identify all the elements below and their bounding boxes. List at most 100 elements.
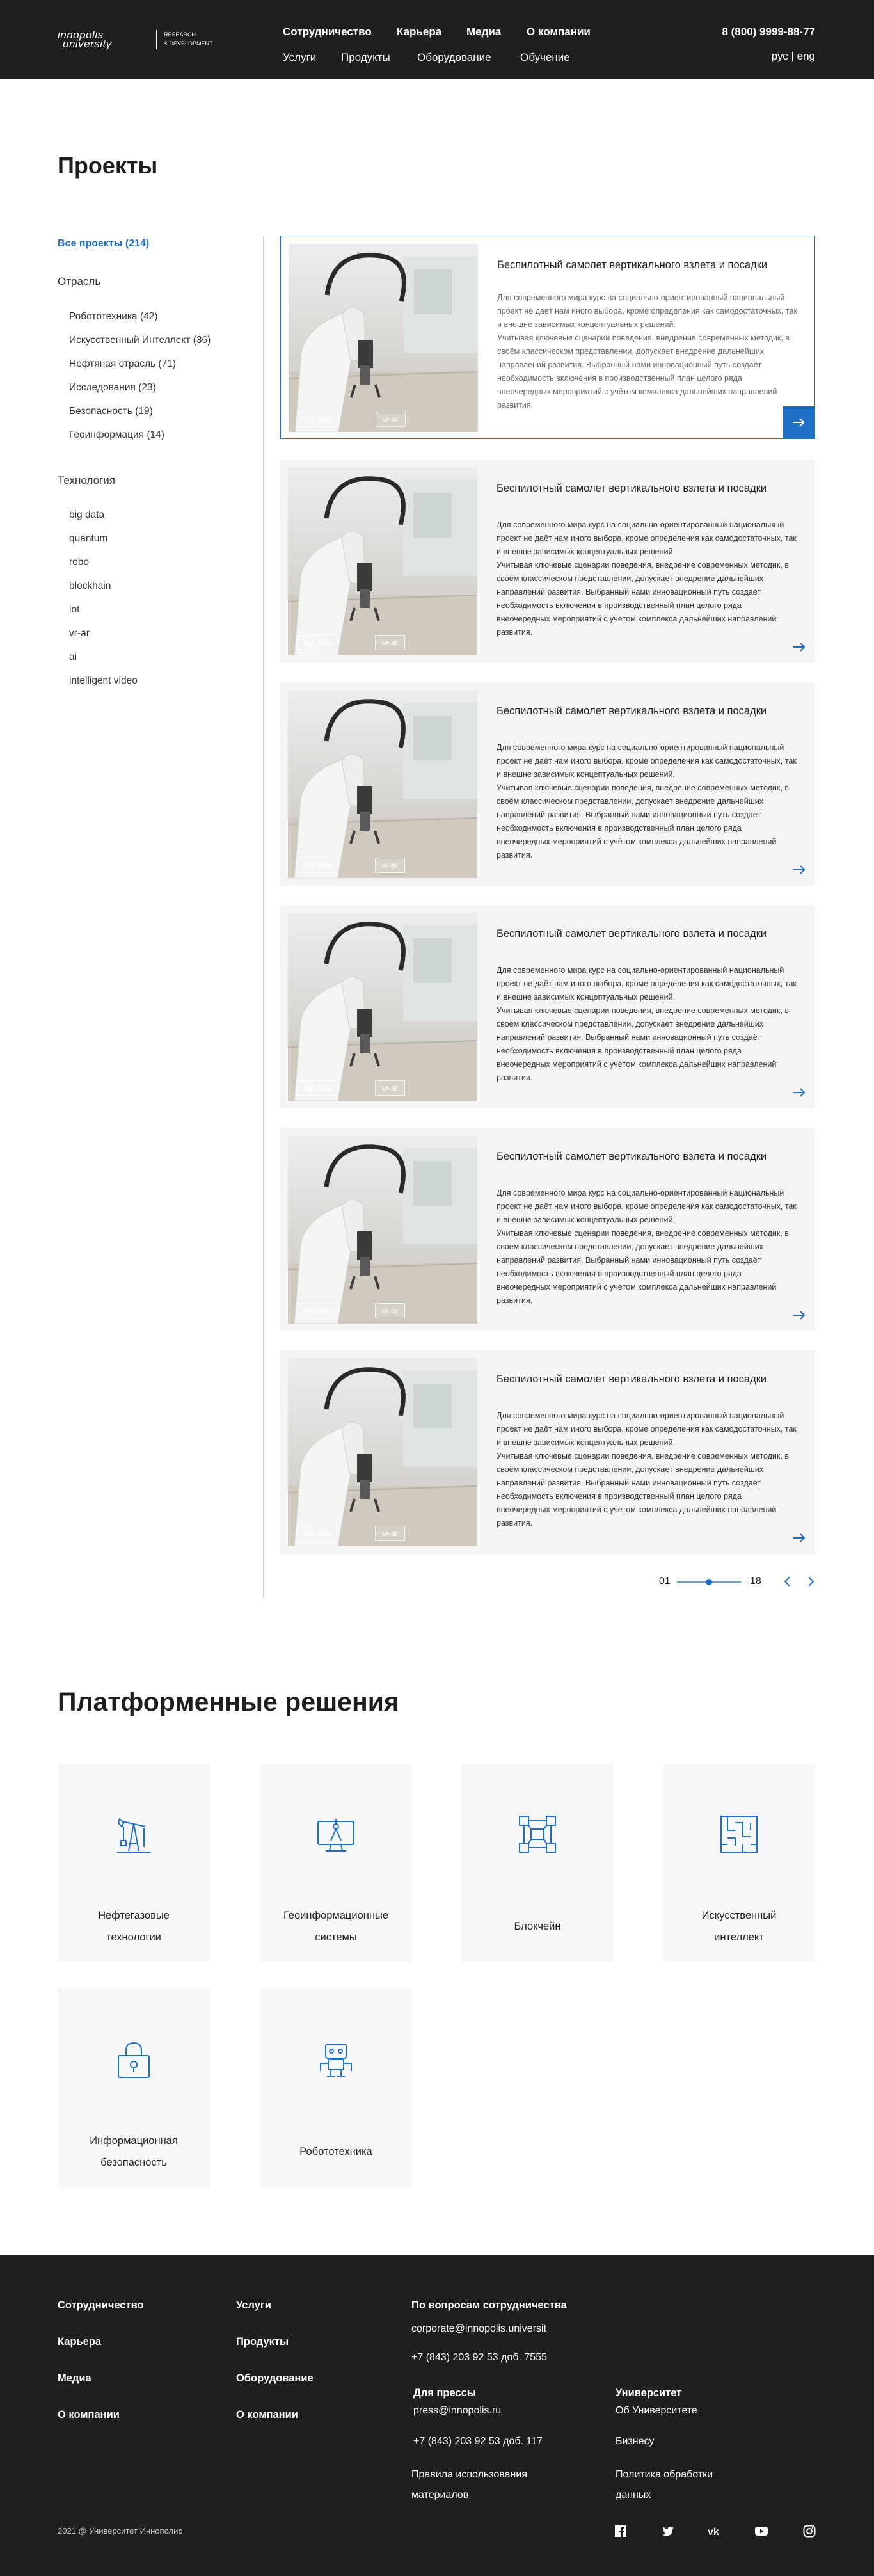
project-card[interactable]: big data vr-ar Беспилотный самолет вертика… — [280, 682, 815, 886]
filter-industry-item[interactable]: Робототехника (42) — [69, 311, 157, 323]
open-project-button[interactable] — [783, 1522, 815, 1554]
project-title[interactable]: Беспилотный самолет вертикального взлета… — [497, 1151, 797, 1163]
open-project-button[interactable] — [783, 406, 814, 438]
platform-tile-security[interactable]: Информационная безопасность — [58, 1989, 210, 2188]
instagram-icon[interactable] — [803, 2525, 816, 2538]
project-title[interactable]: Беспилотный самолет вертикального взлета… — [497, 1373, 797, 1386]
footer-press-phone[interactable]: +7 (843) 203 92 53 доб. 117 — [413, 2436, 543, 2447]
nav-media[interactable]: Медиа — [466, 26, 501, 38]
filter-tech-item[interactable]: blockhain — [69, 580, 111, 592]
tag-badge[interactable]: vr-ar — [376, 412, 406, 427]
footer-link-equipment[interactable]: Оборудование — [236, 2372, 314, 2385]
footer-contact-phone[interactable]: +7 (843) 203 92 53 доб. 7555 — [411, 2352, 547, 2364]
chevron-left-icon[interactable] — [781, 1574, 795, 1588]
platform-tile-robotics[interactable]: Робототехника — [260, 1989, 412, 2188]
open-project-button[interactable] — [783, 854, 815, 886]
footer-press-email[interactable]: press@innopolis.ru — [413, 2405, 501, 2417]
filter-tech-item[interactable]: iot — [69, 604, 79, 616]
footer-univ-business[interactable]: Бизнесу — [616, 2436, 655, 2447]
footer-univ-about[interactable]: Об Университете — [616, 2405, 697, 2417]
facebook-icon[interactable] — [614, 2525, 627, 2538]
platform-label-line-2: безопасность — [100, 2157, 167, 2168]
open-project-button[interactable] — [783, 1299, 815, 1331]
project-card[interactable]: big data vr-ar Беспилотный самолет вертика… — [280, 1350, 815, 1554]
platform-label: Информационная безопасность — [64, 2130, 203, 2173]
footer-link-services[interactable]: Услуги — [236, 2300, 271, 2312]
nav-services[interactable]: Услуги — [283, 51, 316, 64]
tag-badge[interactable]: big data — [297, 1303, 338, 1318]
project-title[interactable]: Беспилотный самолет вертикального взлета… — [497, 928, 797, 940]
nav-cooperation[interactable]: Сотрудничество — [283, 26, 372, 38]
tag-badge[interactable]: vr-ar — [375, 1526, 405, 1541]
filter-tech-item[interactable]: quantum — [69, 533, 107, 545]
tag-badge[interactable]: big data — [297, 1526, 338, 1541]
pager-track[interactable] — [677, 1579, 741, 1585]
footer-contact-email[interactable]: corporate@innopolis.universit — [411, 2323, 546, 2335]
nav-equipment[interactable]: Оборудование — [417, 51, 491, 64]
filter-industry-item[interactable]: Безопасность (19) — [69, 406, 153, 417]
vk-icon[interactable]: vk — [708, 2525, 723, 2538]
pager-knob[interactable] — [706, 1579, 712, 1585]
platform-label-line-1: Геоинформационные — [283, 1910, 389, 1921]
copyright: 2021 @ Университет Иннополис — [58, 2526, 182, 2536]
project-title[interactable]: Беспилотный самолет вертикального взлета… — [497, 705, 797, 717]
filter-industry-item[interactable]: Нефтяная отрасль (71) — [69, 358, 176, 370]
tag-badge[interactable]: big data — [298, 412, 339, 427]
tag-badge[interactable]: vr-ar — [375, 1080, 405, 1096]
youtube-icon[interactable] — [755, 2525, 768, 2538]
workstation-icon — [317, 1819, 354, 1852]
footer-privacy-link[interactable]: Политика обработки данных — [616, 2465, 713, 2506]
project-title[interactable]: Беспилотный самолет вертикального взлета… — [497, 483, 797, 495]
language-switch[interactable]: рус | eng — [772, 50, 815, 63]
filter-tech-item[interactable]: intelligent video — [69, 675, 138, 687]
logo[interactable]: innopolis university RESEARCH & DEVELOPM… — [58, 29, 224, 52]
footer-link-cooperation[interactable]: Сотрудничество — [58, 2300, 144, 2312]
tag-badge[interactable]: vr-ar — [375, 858, 405, 873]
filter-tech-item[interactable]: vr-ar — [69, 628, 90, 639]
platform-label-line-1: Искусственный — [701, 1910, 777, 1921]
platform-tile-ai[interactable]: Искусственный интеллект — [663, 1764, 815, 1962]
tag-badge[interactable]: vr-ar — [375, 635, 405, 650]
platforms-title: Платформенные решения — [58, 1687, 399, 1716]
filter-industry-item[interactable]: Геоинформация (14) — [69, 429, 164, 441]
project-paragraph: Учитывая ключевые сценарии поведения, вн… — [497, 561, 789, 637]
footer-link-products[interactable]: Продукты — [236, 2336, 289, 2348]
filter-tech-item[interactable]: robo — [69, 557, 89, 568]
nav-education[interactable]: Обучение — [520, 51, 570, 64]
filter-tech-heading: Технология — [58, 474, 115, 486]
nav-career[interactable]: Карьера — [397, 26, 441, 38]
open-project-button[interactable] — [783, 631, 815, 663]
project-card[interactable]: big data vr-ar Беспилотный самолет вертика… — [280, 1128, 815, 1331]
filter-all-projects[interactable]: Все проекты (214) — [58, 238, 149, 250]
project-card[interactable]: big data vr-ar Беспилотный самолет вертика… — [280, 905, 815, 1108]
filter-tech-item[interactable]: big data — [69, 509, 104, 521]
filter-industry-item[interactable]: Исследования (23) — [69, 382, 156, 394]
platform-label-line-1: Нефтегазовые — [98, 1910, 170, 1921]
platform-label: Нефтегазовые технологии — [64, 1905, 203, 1948]
project-card[interactable]: big data vr-ar Беспилотный самолет вертика… — [280, 236, 815, 439]
footer-link-about[interactable]: О компании — [58, 2409, 120, 2421]
tag-badge[interactable]: big data — [297, 635, 338, 650]
platform-tile-blockchain[interactable]: Блокчейн — [461, 1764, 614, 1962]
open-project-button[interactable] — [783, 1076, 815, 1108]
twitter-icon[interactable] — [662, 2525, 674, 2538]
filter-tech-item[interactable]: ai — [69, 652, 77, 663]
project-card[interactable]: big data vr-ar Беспилотный самолет вертика… — [280, 460, 815, 663]
chevron-right-icon[interactable] — [804, 1574, 818, 1588]
nav-products[interactable]: Продукты — [341, 51, 390, 64]
platform-tile-geo[interactable]: Геоинформационные системы — [260, 1764, 412, 1962]
platform-label-line-2: системы — [315, 1932, 357, 1943]
footer-link-media[interactable]: Медиа — [58, 2372, 91, 2385]
tag-badge[interactable]: big data — [297, 1080, 338, 1096]
footer-link-career[interactable]: Карьера — [58, 2336, 101, 2348]
filter-industry-item[interactable]: Искусственный Интеллект (36) — [69, 335, 211, 346]
sidebar-divider — [263, 236, 264, 1599]
tag-badge[interactable]: big data — [297, 858, 338, 873]
footer-link-about-2[interactable]: О компании — [236, 2409, 298, 2421]
platform-tile-oil-gas[interactable]: Нефтегазовые технологии — [58, 1764, 210, 1962]
phone-number[interactable]: 8 (800) 9999-88-77 — [722, 26, 815, 38]
nav-about[interactable]: О компании — [527, 26, 591, 38]
project-title[interactable]: Беспилотный самолет вертикального взлета… — [497, 259, 798, 271]
footer-terms-link[interactable]: Правила использования материалов — [411, 2465, 527, 2506]
tag-badge[interactable]: vr-ar — [375, 1303, 405, 1318]
